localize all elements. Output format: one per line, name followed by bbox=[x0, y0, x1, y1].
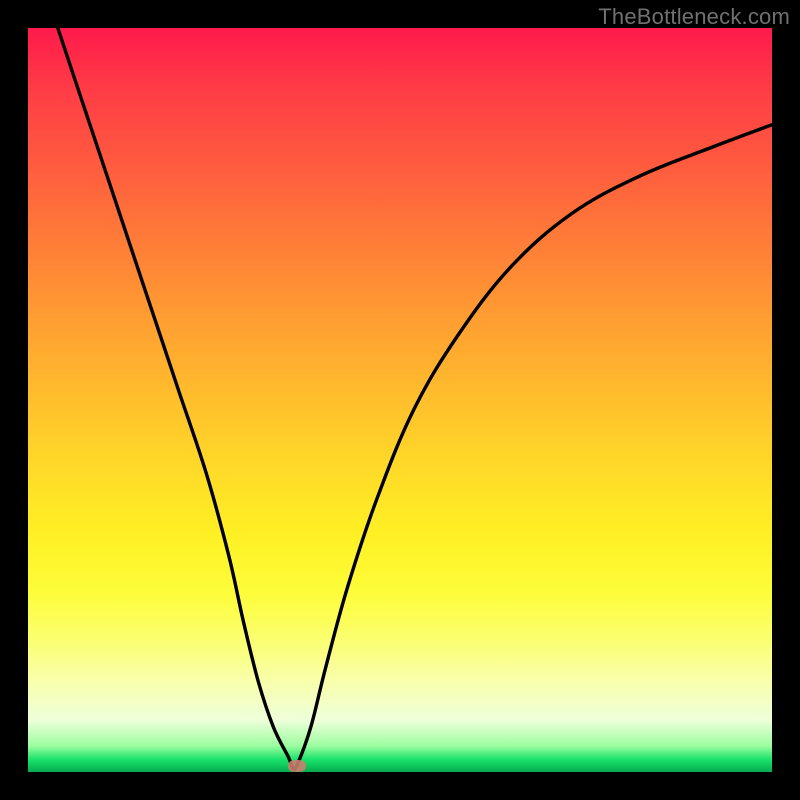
bottleneck-curve bbox=[28, 28, 772, 772]
watermark-text: TheBottleneck.com bbox=[598, 4, 790, 30]
chart-frame: TheBottleneck.com bbox=[0, 0, 800, 800]
optimal-point-marker bbox=[288, 760, 306, 772]
plot-area bbox=[28, 28, 772, 772]
